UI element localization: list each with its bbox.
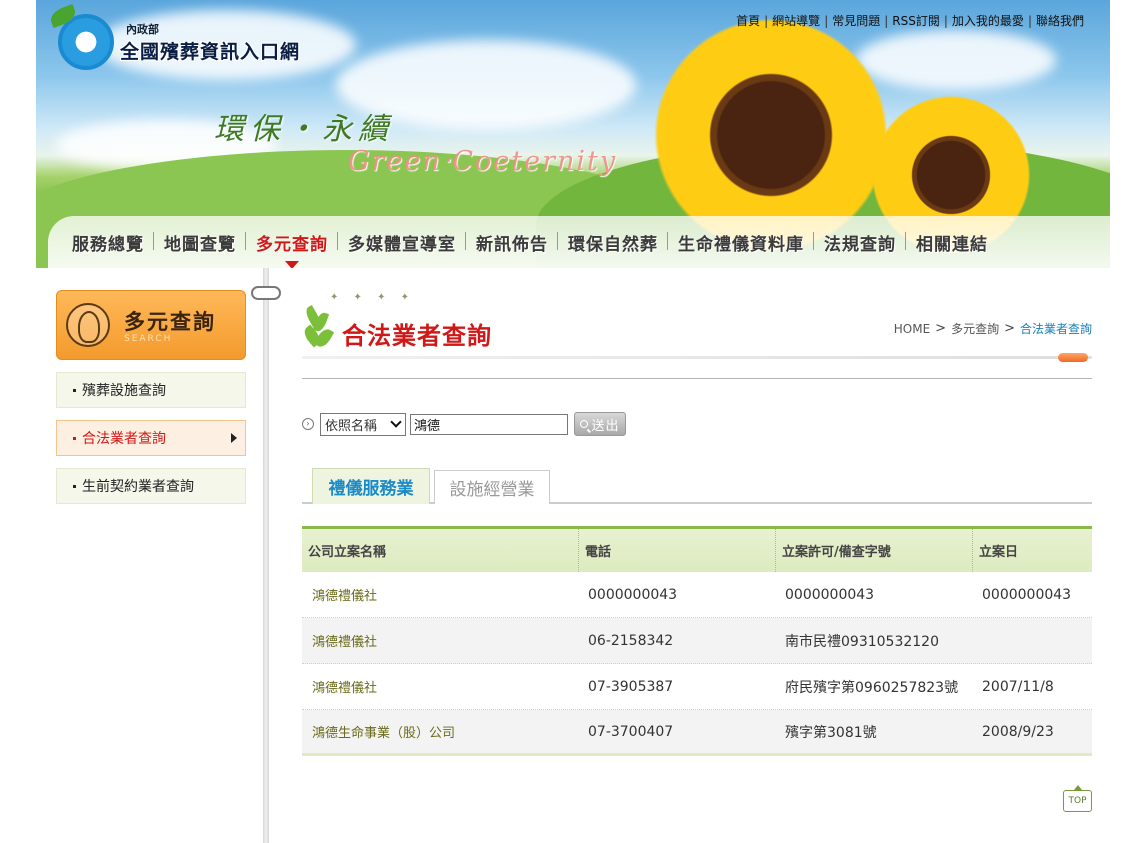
nav-item-links[interactable]: 相關連結 <box>905 230 998 255</box>
search-form: › 依照名稱 送出 <box>302 412 626 436</box>
clip-decoration-icon <box>251 286 281 300</box>
sidebar-item-label: 殯葬設施查詢 <box>82 383 166 399</box>
cell-phone: 07-3905387 <box>588 678 674 695</box>
bullet-icon <box>73 436 76 440</box>
sidebar-item-label: 合法業者查詢 <box>82 431 166 447</box>
pill-decoration-icon <box>1058 353 1088 362</box>
sidebar-item-label: 生前契約業者查詢 <box>82 479 194 495</box>
nav-item-natural-burial[interactable]: 環保自然葬 <box>557 230 668 255</box>
column-header-company: 公司立案名稱 <box>308 545 387 560</box>
search-icon <box>580 420 589 428</box>
nav-item-services[interactable]: 服務總覽 <box>62 230 154 255</box>
slogan-chinese: 環保‧永續 <box>214 112 394 147</box>
cell-license: 南市民禮09310532120 <box>785 633 939 650</box>
company-name-link[interactable]: 鴻德生命事業（股）公司 <box>302 710 578 753</box>
cell-date: 2007/11/8 <box>982 678 1054 695</box>
chevron-right-icon: > <box>1004 321 1015 336</box>
table-header: 公司立案名稱 電話 立案許可/備查字號 立案日 <box>302 526 1092 572</box>
link-sitemap[interactable]: 網站導覽 <box>772 12 820 29</box>
top-links: 首頁 | 網站導覽 | 常見問題 | RSS訂閱 | 加入我的最愛 | 聯絡我們 <box>736 12 1084 29</box>
title-underline <box>302 353 1092 362</box>
link-add-favorite[interactable]: 加入我的最愛 <box>952 12 1024 29</box>
nav-item-regulations[interactable]: 法規查詢 <box>813 230 906 255</box>
table-row: 鴻德生命事業（股）公司 07-3700407 殯字第3081號 2008/9/2… <box>302 710 1092 756</box>
company-name-link[interactable]: 鴻德禮儀社 <box>302 664 578 709</box>
site-name: 全國殯葬資訊入口網 <box>120 40 301 63</box>
caret-right-icon <box>231 433 237 443</box>
sidebar-item-legal-operator-search[interactable]: 合法業者查詢 <box>56 420 246 456</box>
bullet-icon <box>73 388 76 392</box>
nav-item-multimedia[interactable]: 多媒體宣導室 <box>337 230 466 255</box>
table-row: 鴻德禮儀社 07-3905387 府民殯字第0960257823號 2007/1… <box>302 664 1092 710</box>
results-table: 公司立案名稱 電話 立案許可/備查字號 立案日 鴻德禮儀社 0000000043… <box>302 526 1092 756</box>
ministry-label: 內政部 <box>126 22 159 36</box>
cell-license: 殯字第3081號 <box>785 724 877 741</box>
search-emblem-icon <box>66 303 110 347</box>
column-header-phone: 電話 <box>578 529 775 572</box>
submit-button[interactable]: 送出 <box>574 412 626 436</box>
link-home[interactable]: 首頁 <box>736 12 760 29</box>
cell-license: 府民殯字第0960257823號 <box>785 679 959 696</box>
nav-item-news[interactable]: 新訊佈告 <box>465 230 558 255</box>
search-input[interactable] <box>410 413 568 435</box>
company-name-link[interactable]: 鴻德禮儀社 <box>302 572 578 617</box>
nav-item-map[interactable]: 地圖查覽 <box>153 230 246 255</box>
cell-phone: 06-2158342 <box>588 632 674 649</box>
link-faq[interactable]: 常見問題 <box>832 12 880 29</box>
select-value: 依照名稱 <box>325 418 378 434</box>
sidebar-item-facility-search[interactable]: 殯葬設施查詢 <box>56 372 246 408</box>
sidebar-item-preneed-contract-search[interactable]: 生前契約業者查詢 <box>56 468 246 504</box>
sidebar: 多元查詢 SEARCH 殯葬設施查詢 合法業者查詢 生前契約業者查詢 <box>56 290 246 504</box>
column-divider <box>263 268 269 843</box>
breadcrumb-current: 合法業者查詢 <box>1019 322 1092 336</box>
submit-button-label: 送出 <box>591 418 620 434</box>
company-name-link[interactable]: 鴻德禮儀社 <box>302 618 578 663</box>
bullet-icon <box>73 484 76 488</box>
column-header-date: 立案日 <box>972 529 1092 572</box>
cell-license: 0000000043 <box>785 586 875 603</box>
butterfly-decoration-icon: ✦ ✦ ✦ ✦ <box>330 292 416 303</box>
search-field-select[interactable]: 依照名稱 <box>320 412 406 436</box>
cell-phone: 07-3700407 <box>588 723 674 740</box>
divider <box>302 378 1092 379</box>
category-tabs: 禮儀服務業 設施經營業 <box>302 466 1092 504</box>
slogan-english: Green‧Coeternity <box>348 146 618 177</box>
breadcrumb-home[interactable]: HOME <box>894 322 930 336</box>
breadcrumb: HOME > 多元查詢 > 合法業者查詢 <box>894 320 1092 337</box>
page-title: 合法業者查詢 <box>342 322 492 350</box>
breadcrumb-parent[interactable]: 多元查詢 <box>951 320 999 337</box>
nav-item-search[interactable]: 多元查詢 <box>245 230 338 268</box>
site-logo[interactable]: 內政部 全國殯葬資訊入口網 <box>58 14 300 70</box>
page: 內政部 全國殯葬資訊入口網 環保‧永續 Green‧Coeternity 首頁 |… <box>0 0 1143 843</box>
chevron-down-icon <box>390 415 402 428</box>
cell-date <box>972 618 1092 663</box>
main-nav: 服務總覽 地圖查覽 多元查詢 多媒體宣導室 新訊佈告 環保自然葬 生命禮儀資料庫… <box>48 216 1110 268</box>
nav-item-ceremony-db[interactable]: 生命禮儀資料庫 <box>667 230 814 255</box>
cell-date: 0000000043 <box>982 586 1072 603</box>
header-banner: 內政部 全國殯葬資訊入口網 環保‧永續 Green‧Coeternity 首頁 |… <box>36 0 1110 268</box>
table-row: 鴻德禮儀社 0000000043 0000000043 0000000043 <box>302 572 1092 618</box>
chevron-right-icon: > <box>935 321 947 336</box>
logo-icon <box>58 14 114 70</box>
table-row: 鴻德禮儀社 06-2158342 南市民禮09310532120 <box>302 618 1092 664</box>
cell-phone: 0000000043 <box>588 586 678 603</box>
back-to-top-button[interactable]: TOP <box>1063 785 1092 812</box>
tab-funeral-services[interactable]: 禮儀服務業 <box>312 468 430 504</box>
sidebar-title: 多元查詢 <box>124 310 216 334</box>
tab-facility-operators[interactable]: 設施經營業 <box>434 470 550 504</box>
link-contact[interactable]: 聯絡我們 <box>1036 12 1084 29</box>
arrow-circle-icon: › <box>302 418 314 430</box>
cell-date: 2008/9/23 <box>982 723 1054 740</box>
column-header-license: 立案許可/備查字號 <box>775 529 972 572</box>
link-rss[interactable]: RSS訂閱 <box>892 12 940 29</box>
sidebar-header: 多元查詢 SEARCH <box>56 290 246 360</box>
